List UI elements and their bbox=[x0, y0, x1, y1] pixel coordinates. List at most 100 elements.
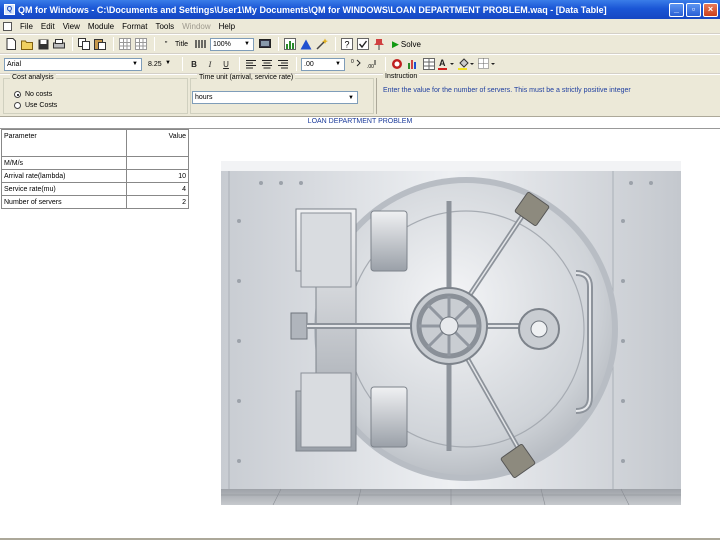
radio-unselected-icon bbox=[14, 102, 21, 109]
window-title: QM for Windows - C:\Documents and Settin… bbox=[18, 4, 607, 15]
parameter-cell[interactable]: Service rate(mu) bbox=[2, 183, 127, 196]
chart-icon[interactable] bbox=[283, 37, 297, 51]
bold-button[interactable]: B bbox=[187, 57, 201, 71]
value-cell[interactable] bbox=[127, 157, 189, 170]
decrease-decimal-icon[interactable]: .00 bbox=[365, 57, 379, 71]
table-row: Number of servers 2 bbox=[2, 196, 189, 209]
close-button[interactable]: × bbox=[703, 2, 718, 17]
instruction-group: Instruction Enter the value for the numb… bbox=[376, 73, 719, 114]
radio-selected-icon bbox=[14, 91, 21, 98]
copy-icon[interactable] bbox=[77, 37, 91, 51]
table-header-row: Parameter Value bbox=[2, 130, 189, 157]
time-unit-value: hours bbox=[195, 94, 213, 101]
table-row: M/M/s bbox=[2, 157, 189, 170]
column-header-value[interactable]: Value bbox=[127, 130, 189, 157]
pin-icon[interactable] bbox=[372, 37, 386, 51]
menu-help[interactable]: Help bbox=[215, 22, 239, 31]
parameter-cell[interactable]: M/M/s bbox=[2, 157, 127, 170]
column-header-parameter[interactable]: Parameter bbox=[2, 130, 127, 157]
paste-icon[interactable] bbox=[93, 37, 107, 51]
align-center-icon[interactable] bbox=[260, 57, 274, 71]
zoom-value: 100% bbox=[212, 40, 231, 48]
parameter-cell[interactable]: Arrival rate(lambda) bbox=[2, 170, 127, 183]
font-select[interactable]: Arial ▼ bbox=[4, 57, 142, 71]
align-right-icon[interactable] bbox=[276, 57, 290, 71]
title-bar: Q QM for Windows - C:\Documents and Sett… bbox=[0, 0, 720, 19]
columns-icon[interactable] bbox=[194, 37, 208, 51]
svg-text:.00: .00 bbox=[367, 64, 374, 70]
font-value: Arial bbox=[7, 60, 22, 68]
open-folder-icon[interactable] bbox=[20, 37, 34, 51]
format-toolbar: Arial ▼ 8.25 ▼ B I U .00 ▼ 0 .00 A bbox=[0, 55, 720, 74]
font-color-icon[interactable]: A bbox=[438, 57, 456, 71]
chevron-down-icon[interactable]: ▼ bbox=[346, 93, 356, 102]
wand-icon[interactable] bbox=[315, 37, 329, 51]
chevron-down-icon[interactable]: ▼ bbox=[163, 59, 173, 68]
menu-tools[interactable]: Tools bbox=[151, 22, 178, 31]
standard-toolbar: " Title 100% ▼ ? ▶ Solve bbox=[0, 35, 720, 54]
menu-module[interactable]: Module bbox=[84, 22, 118, 31]
menu-edit[interactable]: Edit bbox=[37, 22, 59, 31]
value-cell[interactable]: 10 bbox=[127, 170, 189, 183]
bar-chart-icon[interactable] bbox=[406, 57, 420, 71]
align-left-icon[interactable] bbox=[244, 57, 258, 71]
solve-label: Solve bbox=[400, 39, 421, 49]
save-icon[interactable] bbox=[36, 37, 50, 51]
menu-bar: File Edit View Module Format Tools Windo… bbox=[0, 19, 720, 34]
triangle-icon[interactable] bbox=[299, 37, 313, 51]
new-file-icon[interactable] bbox=[4, 37, 18, 51]
increase-decimal-icon[interactable]: 0 bbox=[349, 57, 363, 71]
underline-button[interactable]: U bbox=[219, 57, 233, 71]
svg-text:?: ? bbox=[344, 40, 349, 50]
title-quote-icon: " bbox=[164, 39, 168, 49]
title-button[interactable]: Title bbox=[175, 41, 188, 48]
font-size-value: 8.25 bbox=[148, 60, 162, 68]
chevron-down-icon[interactable]: ▼ bbox=[333, 60, 343, 69]
print-icon[interactable] bbox=[52, 37, 66, 51]
sheet-title: LOAN DEPARTMENT PROBLEM bbox=[0, 118, 720, 129]
radio-no-costs[interactable]: No costs bbox=[14, 91, 52, 98]
play-icon: ▶ bbox=[391, 38, 399, 49]
grid-icon[interactable] bbox=[118, 37, 132, 51]
svg-text:A: A bbox=[439, 58, 446, 68]
parameter-cell[interactable]: Number of servers bbox=[2, 196, 127, 209]
decimal-select[interactable]: .00 ▼ bbox=[301, 57, 345, 71]
borders-icon[interactable] bbox=[478, 57, 496, 71]
grid-alt-icon[interactable] bbox=[134, 37, 148, 51]
fill-color-icon[interactable] bbox=[458, 57, 476, 71]
zoom-select[interactable]: 100% ▼ bbox=[209, 37, 254, 51]
bank-vault-image bbox=[221, 161, 681, 505]
table-row: Arrival rate(lambda) 10 bbox=[2, 170, 189, 183]
menu-file[interactable]: File bbox=[16, 22, 37, 31]
time-unit-select[interactable]: hours ▼ bbox=[192, 91, 358, 104]
table-row: Service rate(mu) 4 bbox=[2, 183, 189, 196]
minimize-button[interactable]: _ bbox=[669, 2, 684, 17]
value-cell[interactable]: 2 bbox=[127, 196, 189, 209]
menu-window[interactable]: Window bbox=[178, 22, 214, 31]
data-table: Parameter Value M/M/s Arrival rate(lambd… bbox=[1, 129, 189, 209]
record-icon[interactable] bbox=[390, 57, 404, 71]
value-cell[interactable]: 4 bbox=[127, 183, 189, 196]
font-size-select[interactable]: 8.25 ▼ bbox=[146, 58, 174, 71]
table-icon[interactable] bbox=[422, 57, 436, 71]
time-unit-group: Time unit (arrival, service rate) hours … bbox=[190, 74, 374, 114]
help-icon[interactable]: ? bbox=[340, 37, 354, 51]
radio-use-costs[interactable]: Use Costs bbox=[14, 102, 57, 109]
solve-button[interactable]: ▶ Solve bbox=[392, 39, 421, 50]
radio-no-costs-label: No costs bbox=[25, 91, 53, 98]
italic-button[interactable]: I bbox=[203, 57, 217, 71]
check-icon[interactable] bbox=[356, 37, 370, 51]
cost-analysis-group: Cost analysis No costs Use Costs bbox=[3, 74, 188, 114]
cost-analysis-title: Cost analysis bbox=[10, 74, 56, 81]
instruction-text: Enter the value for the number of server… bbox=[383, 87, 631, 94]
decimal-value: .00 bbox=[304, 60, 314, 68]
app-icon[interactable]: Q bbox=[4, 4, 15, 15]
menu-view[interactable]: View bbox=[59, 22, 84, 31]
document-icon[interactable] bbox=[3, 21, 12, 31]
maximize-button[interactable]: ▫ bbox=[686, 2, 701, 17]
chevron-down-icon[interactable]: ▼ bbox=[130, 60, 140, 69]
instruction-title: Instruction bbox=[383, 73, 420, 80]
monitor-icon[interactable] bbox=[258, 37, 272, 51]
chevron-down-icon[interactable]: ▼ bbox=[242, 40, 252, 49]
menu-format[interactable]: Format bbox=[118, 22, 151, 31]
